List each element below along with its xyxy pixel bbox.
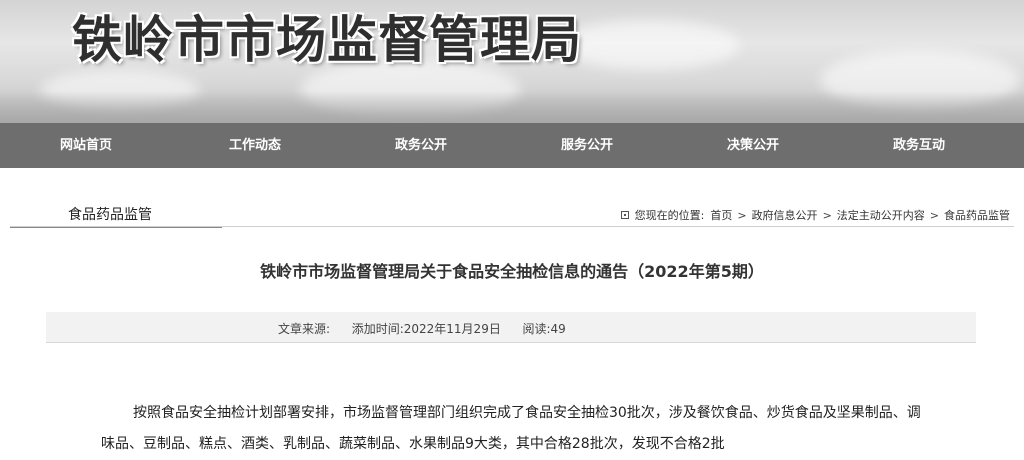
nav-item-work-news[interactable]: 工作动态	[172, 123, 338, 168]
article-meta-bar: 文章来源: 添加时间:2022年11月29日 阅读:49	[46, 312, 976, 343]
breadcrumb-separator: >	[929, 208, 939, 222]
nav-item-decision-disclosure[interactable]: 决策公开	[670, 123, 836, 168]
date-value: 2022年11月29日	[403, 322, 501, 336]
article-title: 铁岭市市场监督管理局关于食品安全抽检信息的通告（2022年第5期）	[260, 262, 764, 281]
breadcrumb-separator: >	[822, 208, 832, 222]
breadcrumb-separator: >	[737, 208, 747, 222]
site-title: 铁岭市市场监督管理局	[72, 11, 582, 69]
header-banner: 铁岭市市场监督管理局	[0, 0, 1024, 123]
reads-label: 阅读:	[522, 322, 551, 336]
section-divider	[10, 226, 1014, 227]
section-tab: 食品药品监管	[10, 200, 222, 228]
nav-item-home[interactable]: 网站首页	[0, 123, 172, 168]
nav-item-interaction[interactable]: 政务互动	[836, 123, 1002, 168]
breadcrumb-statutory-content[interactable]: 法定主动公开内容	[837, 207, 925, 223]
breadcrumb: 您现在的位置: 首页 > 政府信息公开 > 法定主动公开内容 > 食品药品监管	[620, 207, 1010, 223]
article-body: 按照食品安全抽检计划部署安排，市场监督管理部门组织完成了食品安全抽检30批次，涉…	[101, 398, 921, 460]
date-label: 添加时间:	[351, 322, 404, 336]
article-paragraph: 按照食品安全抽检计划部署安排，市场监督管理部门组织完成了食品安全抽检30批次，涉…	[101, 405, 921, 452]
section-title: 食品药品监管	[68, 207, 152, 223]
main-nav: 网站首页 工作动态 政务公开 服务公开 决策公开 政务互动	[0, 123, 1024, 168]
reads-value: 49	[550, 322, 566, 336]
breadcrumb-prefix: 您现在的位置:	[634, 209, 705, 222]
cloud-decoration	[560, 20, 740, 70]
breadcrumb-food-drug[interactable]: 食品药品监管	[944, 207, 1010, 223]
nav-item-service-disclosure[interactable]: 服务公开	[504, 123, 670, 168]
banner-ground	[0, 91, 1024, 123]
location-icon	[620, 211, 629, 219]
nav-item-government-affairs[interactable]: 政务公开	[338, 123, 504, 168]
breadcrumb-home[interactable]: 首页	[710, 207, 732, 223]
breadcrumb-gov-info[interactable]: 政府信息公开	[752, 207, 818, 223]
source-label: 文章来源:	[278, 322, 331, 336]
